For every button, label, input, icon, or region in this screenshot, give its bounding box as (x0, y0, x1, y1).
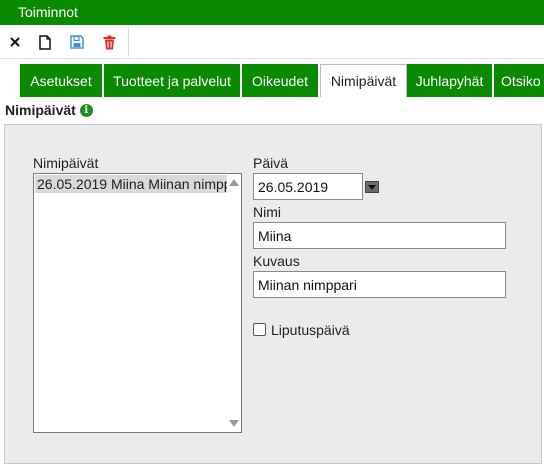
new-document-button[interactable] (34, 31, 56, 53)
save-icon (70, 35, 84, 49)
new-document-icon (39, 34, 51, 50)
tab-asetukset[interactable]: Asetukset (20, 64, 104, 97)
tab-oikeudet[interactable]: Oikeudet (242, 64, 320, 97)
description-label: Kuvaus (253, 253, 300, 269)
nameday-listbox[interactable]: 26.05.2019 Miina Miinan nimppari (33, 173, 242, 433)
list-label: Nimipäivät (33, 155, 99, 171)
toolbar (0, 25, 544, 59)
tab-juhlapyhat[interactable]: Juhlapyhät (407, 64, 494, 97)
delete-icon (103, 35, 115, 49)
window-title-bar: Toiminnot (0, 0, 544, 25)
date-input[interactable] (253, 173, 363, 200)
save-button[interactable] (66, 31, 88, 53)
scroll-up-arrow-icon[interactable] (229, 179, 239, 186)
list-item[interactable]: 26.05.2019 Miina Miinan nimppari (35, 175, 227, 193)
tab-nimipaivat[interactable]: Nimipäivät (320, 64, 407, 97)
scroll-down-arrow-icon[interactable] (229, 420, 239, 427)
toolbar-separator (128, 27, 129, 57)
delete-button[interactable] (98, 31, 120, 53)
close-icon (10, 37, 20, 47)
chevron-down-icon (368, 184, 376, 190)
flag-day-label: Liputuspäivä (271, 322, 350, 338)
name-label: Nimi (253, 204, 281, 220)
description-input[interactable] (253, 271, 506, 298)
section-title: Nimipäivät (5, 102, 76, 118)
info-icon[interactable]: i (79, 103, 93, 117)
tab-bar: Asetukset Tuotteet ja palvelut Oikeudet … (20, 64, 544, 97)
date-label: Päivä (253, 155, 289, 171)
close-button[interactable] (4, 31, 26, 53)
form-panel: Nimipäivät 26.05.2019 Miina Miinan nimpp… (4, 124, 542, 464)
date-picker-button[interactable] (365, 181, 379, 193)
tab-otsikot[interactable]: Otsiko (494, 64, 544, 97)
window-title: Toiminnot (18, 4, 78, 20)
tab-tuotteet-ja-palvelut[interactable]: Tuotteet ja palvelut (104, 64, 242, 97)
section-header: Nimipäivät i (5, 102, 93, 118)
list-scrollbar[interactable] (227, 174, 241, 432)
name-input[interactable] (253, 222, 506, 249)
flag-day-checkbox[interactable] (253, 323, 266, 336)
